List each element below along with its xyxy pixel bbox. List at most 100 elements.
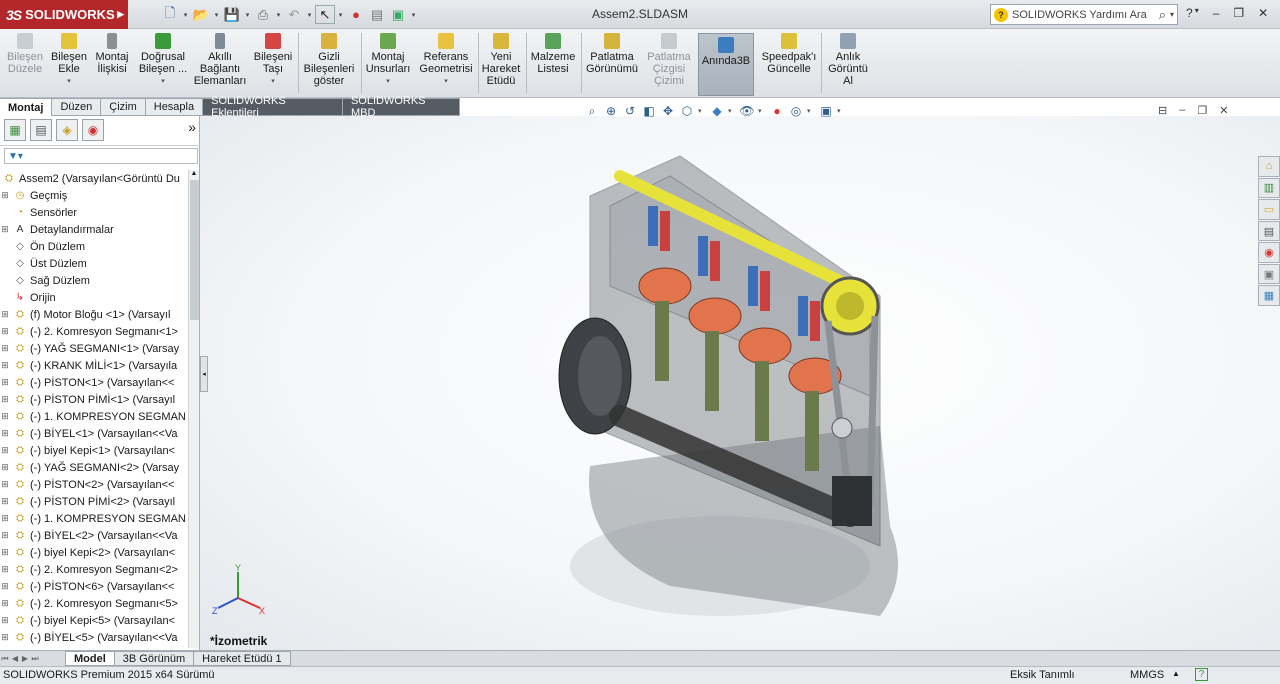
tree-item[interactable]: ⊞ ⛭ (-) PİSTON PİMİ<2> (Varsayıl xyxy=(0,493,188,510)
reference-geometry-dropdown[interactable]: ▾ xyxy=(444,76,448,88)
view-orientation-icon[interactable]: ⬡ xyxy=(679,103,695,119)
move-component-button[interactable]: Bileşeni Taşı ▾ xyxy=(250,33,296,95)
update-speedpak-button[interactable]: Speedpak'ı Güncelle xyxy=(758,33,820,95)
assembly-features-button[interactable]: Montaj Unsurları ▾ xyxy=(363,33,413,95)
viewport-restore-button[interactable]: ❐ xyxy=(1197,104,1207,117)
move-component-dropdown[interactable]: ▾ xyxy=(271,76,275,88)
display-style-icon[interactable]: ◆ xyxy=(709,103,725,119)
expand-icon[interactable]: ⊞ xyxy=(0,360,10,371)
expand-icon[interactable]: ⊞ xyxy=(0,632,10,643)
expand-icon[interactable]: ⊞ xyxy=(0,530,10,541)
view-settings-dropdown[interactable]: ▾ xyxy=(837,107,845,115)
search-icon[interactable]: ⌕ xyxy=(1159,7,1166,23)
tree-item[interactable]: ◇ Ön Düzlem xyxy=(0,238,188,255)
tab-mbd[interactable]: SOLIDWORKS MBD xyxy=(342,95,460,119)
linear-component-pattern-button[interactable]: Doğrusal Bileşen ... ▾ xyxy=(136,33,190,95)
tree-filter[interactable]: ▼▾ xyxy=(4,148,198,164)
featuremanager-tree-icon[interactable]: ▦ xyxy=(4,119,26,141)
tree-item[interactable]: ⊞ ⛭ (-) PİSTON<1> (Varsayılan<< xyxy=(0,374,188,391)
expand-icon[interactable]: ⊞ xyxy=(0,190,10,201)
mate-button[interactable]: Montaj İlişkisi xyxy=(92,33,132,95)
tree-item[interactable]: ⊞ ⛭ (f) Motor Bloğu <1> (Varsayıl xyxy=(0,306,188,323)
custom-properties-icon[interactable]: ▣ xyxy=(1258,263,1280,285)
split-view-icon[interactable]: ⊟ xyxy=(1158,104,1167,117)
tree-scroll-thumb[interactable] xyxy=(190,180,199,320)
view-orientation-dropdown[interactable]: ▾ xyxy=(698,107,706,115)
next-tab-icon[interactable]: ▶ xyxy=(20,653,30,665)
tree-item[interactable]: ⊞ ⛭ (-) 1. KOMPRESYON SEGMAN xyxy=(0,510,188,527)
tree-item[interactable]: ⊞ ⛭ (-) YAĞ SEGMANI<2> (Varsay xyxy=(0,459,188,476)
configurationmanager-icon[interactable]: ◈ xyxy=(56,119,78,141)
zoom-to-fit-icon[interactable]: ⌕ xyxy=(584,103,600,119)
print-icon[interactable]: ⎙ xyxy=(253,5,273,24)
tab-motion-study-1[interactable]: Hareket Etüdü 1 xyxy=(193,651,291,666)
menu-expand-icon[interactable]: ▶ xyxy=(117,9,124,20)
rebuild-icon[interactable]: ● xyxy=(346,5,366,24)
tab-3d-views[interactable]: 3B Görünüm xyxy=(113,651,195,666)
expand-icon[interactable]: ⊞ xyxy=(0,547,10,558)
units-up-icon[interactable]: ▲ xyxy=(1172,669,1180,678)
graphics-area[interactable]: ⌕ ⊕ ↺ ◧ ✥ ⬡ ▾ ◆ ▾ 👁 ▾ ● ◎ ▾ ▣ ▾ ⊟ – ❐ ✕ ◂ xyxy=(200,104,1280,650)
new-motion-study-button[interactable]: Yeni Hareket Etüdü xyxy=(480,33,522,95)
edit-appearance-icon[interactable]: ● xyxy=(769,103,785,119)
insert-component-button[interactable]: Bileşen Ekle ▾ xyxy=(50,33,88,95)
tab-model[interactable]: Model xyxy=(65,651,115,666)
tree-item[interactable]: ⊞ ⛭ (-) YAĞ SEGMANI<1> (Varsay xyxy=(0,340,188,357)
units-selector[interactable]: MMGS xyxy=(1130,669,1164,681)
help-search-input[interactable]: ? SOLIDWORKS Yardımı Ara ⌕ ▾ xyxy=(990,4,1178,25)
undo-dropdown[interactable]: ▾ xyxy=(305,5,314,24)
dynamic-annotation-icon[interactable]: ✥ xyxy=(660,103,676,119)
panel-collapse-handle[interactable]: ◂ xyxy=(200,356,208,392)
tree-item[interactable]: ⊞ ⛭ (-) PİSTON PİMİ<1> (Varsayıl xyxy=(0,391,188,408)
display-style-dropdown[interactable]: ▾ xyxy=(728,107,736,115)
first-tab-icon[interactable]: ⏮ xyxy=(0,653,10,665)
search-dropdown-icon[interactable]: ▾ xyxy=(1170,10,1177,19)
prev-tab-icon[interactable]: ◀ xyxy=(10,653,20,665)
expand-icon[interactable]: ⊞ xyxy=(0,513,10,524)
tree-item[interactable]: ⊞ ⛭ (-) BİYEL<5> (Varsayılan<<Va xyxy=(0,629,188,646)
select-icon[interactable]: ↖ xyxy=(315,5,335,24)
tree-item[interactable]: ⊞ ⛭ (-) biyel Kepi<5> (Varsayılan< xyxy=(0,612,188,629)
tree-item[interactable]: ⊞ ⛭ (-) 2. Komresyon Segmanı<1> xyxy=(0,323,188,340)
scroll-up-icon[interactable]: ▲ xyxy=(189,170,199,177)
viewport-minimize-button[interactable]: – xyxy=(1179,104,1185,117)
tree-item[interactable]: ⊞ ⛭ (-) biyel Kepi<1> (Varsayılan< xyxy=(0,442,188,459)
last-tab-icon[interactable]: ⏭ xyxy=(30,653,40,665)
expand-icon[interactable]: ⊞ xyxy=(0,377,10,388)
open-dropdown[interactable]: ▾ xyxy=(212,5,221,24)
options-dropdown[interactable]: ▾ xyxy=(409,5,418,24)
tree-item[interactable]: ⊞ ◷ Geçmiş xyxy=(0,187,188,204)
design-library-icon[interactable]: ▥ xyxy=(1258,177,1280,199)
new-dropdown[interactable]: ▾ xyxy=(181,5,190,24)
expand-icon[interactable]: ⊞ xyxy=(0,479,10,490)
tree-item[interactable]: ⊞ ⛭ (-) KRANK MİLİ<1> (Varsayıla xyxy=(0,357,188,374)
tree-scrollbar[interactable]: ▲ xyxy=(188,170,199,648)
tree-root[interactable]: ⛭ Assem2 (Varsayılan<Görüntü Du xyxy=(0,170,188,187)
tree-item[interactable]: ◔ Sensörler xyxy=(0,204,188,221)
forum-icon[interactable]: ▦ xyxy=(1258,285,1280,307)
tree-item[interactable]: ⊞ ⛭ (-) PİSTON<2> (Varsayılan<< xyxy=(0,476,188,493)
tree-item[interactable]: ⊞ ⛭ (-) 1. KOMPRESYON SEGMAN xyxy=(0,408,188,425)
expand-icon[interactable]: ⊞ xyxy=(0,224,10,235)
expand-icon[interactable]: ⊞ xyxy=(0,445,10,456)
new-icon[interactable]: 🗋 xyxy=(160,5,180,24)
help-status-icon[interactable]: ? xyxy=(1195,668,1208,681)
hide-show-items-icon[interactable]: 👁 xyxy=(739,103,755,119)
smart-fasteners-button[interactable]: Akıllı Bağlantı Elemanları xyxy=(194,33,246,95)
tree-item[interactable]: ↳ Orijin xyxy=(0,289,188,306)
tab-layout[interactable]: Düzen xyxy=(52,98,102,116)
options-icon[interactable]: ▣ xyxy=(388,5,408,24)
tree-item[interactable]: ⊞ ⛭ (-) biyel Kepi<2> (Varsayılan< xyxy=(0,544,188,561)
print-dropdown[interactable]: ▾ xyxy=(274,5,283,24)
expand-icon[interactable]: ⊞ xyxy=(0,462,10,473)
expand-icon[interactable]: ⊞ xyxy=(0,343,10,354)
tree-item[interactable]: ⊞ ⛭ (-) 2. Komresyon Segmanı<5> xyxy=(0,595,188,612)
restore-button[interactable]: ❐ xyxy=(1233,6,1244,20)
tab-addins[interactable]: SOLIDWORKS Eklentileri xyxy=(203,95,343,119)
minimize-button[interactable]: – xyxy=(1213,6,1220,20)
file-explorer-icon[interactable]: ▭ xyxy=(1258,199,1280,220)
apply-scene-icon[interactable]: ◎ xyxy=(788,103,804,119)
explode-line-sketch-button[interactable]: Patlatma Çizgisi Çizimi xyxy=(644,33,694,95)
view-palette-icon[interactable]: ▤ xyxy=(1258,220,1280,242)
take-snapshot-button[interactable]: Anlık Görüntü Al xyxy=(823,33,873,95)
